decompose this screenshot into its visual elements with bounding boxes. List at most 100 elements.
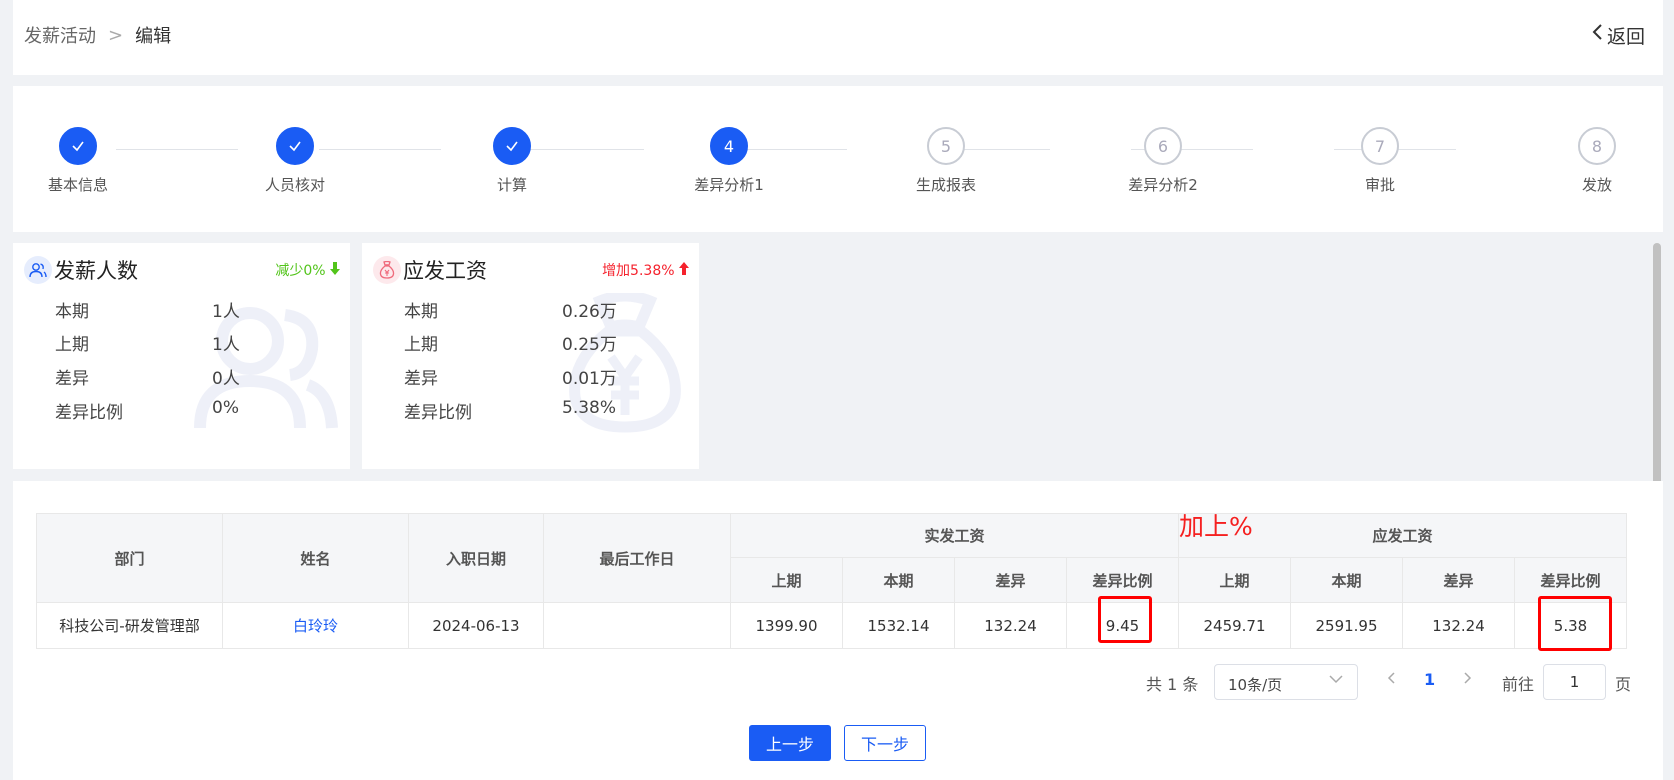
- arrow-down-icon: [330, 262, 340, 279]
- breadcrumb-item-payroll[interactable]: 发薪活动: [24, 22, 96, 48]
- col-header-name: 姓名: [222, 513, 409, 603]
- row-label: 差异: [55, 369, 89, 389]
- step-number: 8: [1578, 127, 1616, 165]
- step-payout[interactable]: 8 发放: [1527, 127, 1667, 195]
- col-header-prev: 上期: [1178, 557, 1291, 603]
- step-label: 人员核对: [264, 176, 325, 194]
- step-label: 审批: [1364, 176, 1395, 194]
- check-icon: [276, 127, 314, 165]
- step-label: 计算: [496, 176, 527, 194]
- cell-last-day: [543, 602, 731, 649]
- step-label: 生成报表: [915, 176, 976, 194]
- cell-gross-curr: 2591.95: [1290, 602, 1403, 649]
- row-label: 本期: [404, 302, 438, 322]
- card-title: 发薪人数: [54, 259, 138, 283]
- col-header-last-day: 最后工作日: [543, 513, 731, 603]
- table-panel: 部门 姓名 入职日期 最后工作日 实发工资 应发工资 上期 本期 差异 差异比例…: [13, 481, 1663, 780]
- cell-join-date: 2024-06-13: [408, 602, 544, 649]
- page-size-select[interactable]: 10条/页: [1214, 664, 1358, 700]
- page-header: 发薪活动 > 编辑 返回: [13, 0, 1663, 75]
- employee-name-link[interactable]: 白玲玲: [222, 602, 409, 649]
- breadcrumb: 发薪活动 > 编辑: [24, 22, 171, 48]
- goto-label: 前往: [1502, 675, 1535, 694]
- col-header-dept: 部门: [36, 513, 223, 603]
- headcount-card: 发薪人数 减少0% 本期 1人 上期 1人 差异 0人 差异比例 0%: [13, 243, 350, 469]
- cell-gross-diff: 132.24: [1402, 602, 1515, 649]
- col-header-curr: 本期: [1290, 557, 1403, 603]
- row-label: 本期: [55, 302, 89, 322]
- chevron-left-icon: [1591, 22, 1603, 47]
- step-diff-analysis-1[interactable]: 4 差异分析1: [659, 127, 799, 195]
- row-value: 5.38%: [562, 398, 617, 418]
- step-personnel-check[interactable]: 人员核对: [225, 127, 365, 195]
- step-label: 差异分析1: [694, 176, 764, 194]
- step-generate-report[interactable]: 5 生成报表: [876, 127, 1016, 195]
- prev-step-button[interactable]: 上一步: [749, 725, 831, 761]
- row-value: 0%: [212, 398, 239, 418]
- breadcrumb-separator: >: [108, 24, 124, 46]
- step-label: 发放: [1581, 176, 1612, 194]
- card-title: 应发工资: [403, 259, 487, 283]
- col-header-curr: 本期: [842, 557, 955, 603]
- next-step-button[interactable]: 下一步: [844, 725, 926, 761]
- cell-dept: 科技公司-研发管理部: [36, 602, 223, 649]
- step-approval[interactable]: 7 审批: [1310, 127, 1450, 195]
- money-bag-icon: [373, 256, 401, 284]
- row-label: 上期: [55, 335, 89, 355]
- back-label: 返回: [1606, 26, 1645, 48]
- trend-badge: 增加5.38%: [602, 260, 689, 280]
- diff-table: 部门 姓名 入职日期 最后工作日 实发工资 应发工资 上期 本期 差异 差异比例…: [36, 513, 1627, 649]
- check-icon: [493, 127, 531, 165]
- step-basic-info[interactable]: 基本信息: [8, 127, 148, 195]
- row-value: 0.26万: [562, 302, 617, 322]
- row-value: 1人: [212, 335, 240, 355]
- row-label: 差异比例: [404, 403, 472, 423]
- trend-badge: 减少0%: [275, 260, 340, 280]
- trend-text: 增加5.38%: [602, 263, 675, 279]
- highlight-box: [1538, 596, 1612, 651]
- cell-actual-diff: 132.24: [954, 602, 1067, 649]
- chevron-down-icon: [1329, 673, 1343, 688]
- row-label: 差异比例: [55, 403, 123, 423]
- step-label: 基本信息: [47, 176, 108, 194]
- group-header-actual-pay: 实发工资: [730, 513, 1179, 558]
- cell-actual-curr: 1532.14: [842, 602, 955, 649]
- cell-actual-prev: 1399.90: [730, 602, 843, 649]
- breadcrumb-item-edit: 编辑: [135, 26, 172, 47]
- row-label: 上期: [404, 335, 438, 355]
- prev-page-button[interactable]: [1387, 670, 1397, 689]
- row-label: 差异: [404, 369, 438, 389]
- pagination-total: 共 1 条: [1146, 675, 1199, 694]
- page-size-value: 10条/页: [1228, 676, 1283, 694]
- table-row: 科技公司-研发管理部 白玲玲 2024-06-13 1399.90 1532.1…: [36, 602, 1627, 649]
- step-number: 4: [710, 127, 748, 165]
- col-header-diff: 差异: [954, 557, 1067, 603]
- step-label: 差异分析2: [1128, 176, 1198, 194]
- trend-text: 减少0%: [275, 263, 326, 279]
- arrow-up-icon: [679, 262, 689, 279]
- step-diff-analysis-2[interactable]: 6 差异分析2: [1093, 127, 1233, 195]
- col-header-join-date: 入职日期: [408, 513, 544, 603]
- annotation-add-percent: 加上%: [1179, 512, 1253, 541]
- table-header-row: 部门 姓名 入职日期 最后工作日 实发工资 应发工资: [36, 513, 1627, 603]
- next-page-button[interactable]: [1462, 670, 1472, 689]
- page-unit-label: 页: [1615, 675, 1632, 694]
- row-value: 1人: [212, 302, 240, 322]
- col-header-prev: 上期: [730, 557, 843, 603]
- row-value: 0.01万: [562, 369, 617, 389]
- row-value: 0人: [212, 369, 240, 389]
- step-number: 6: [1144, 127, 1182, 165]
- salary-card: 应发工资 增加5.38% 本期 0.26万 上期 0.25万 差异 0.01万 …: [362, 243, 699, 469]
- highlight-box: [1098, 596, 1152, 643]
- step-number: 7: [1361, 127, 1399, 165]
- cell-gross-prev: 2459.71: [1178, 602, 1291, 649]
- col-header-diff: 差异: [1402, 557, 1515, 603]
- back-button[interactable]: 返回: [1591, 22, 1645, 49]
- steps-panel: 基本信息 人员核对 计算 4 差异分析1 5 生成报表 6 差异分析2 7 审批…: [13, 86, 1663, 232]
- step-number: 5: [927, 127, 965, 165]
- page-number-current[interactable]: 1: [1424, 670, 1435, 689]
- check-icon: [59, 127, 97, 165]
- users-icon: [24, 256, 52, 284]
- goto-page-input[interactable]: 1: [1543, 664, 1606, 700]
- step-calculate[interactable]: 计算: [442, 127, 582, 195]
